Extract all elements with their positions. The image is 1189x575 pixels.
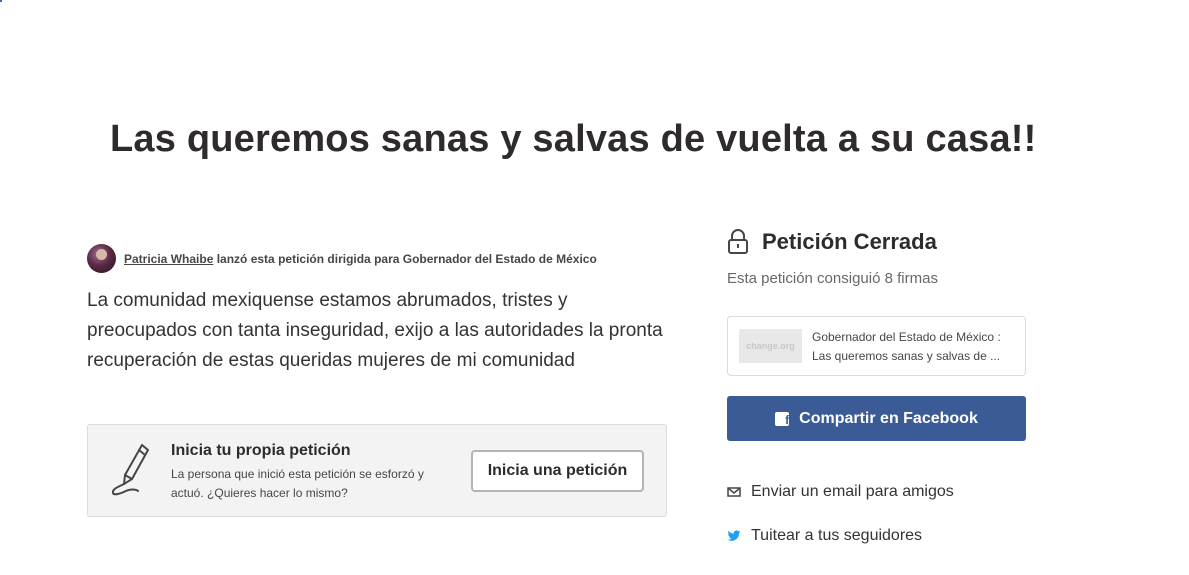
petition-closed-title: Petición Cerrada xyxy=(762,229,937,254)
start-petition-title: Inicia tu propia petición xyxy=(171,442,351,459)
author-name-link[interactable]: Patricia Whaibe xyxy=(124,252,213,266)
start-petition-button[interactable]: Inicia una petición xyxy=(471,450,644,492)
pen-signature-icon xyxy=(111,444,149,496)
share-facebook-label: Compartir en Facebook xyxy=(799,409,978,427)
petition-title: Las queremos sanas y salvas de vuelta a … xyxy=(110,118,1037,160)
envelope-icon xyxy=(727,487,741,497)
twitter-bird-icon xyxy=(727,530,741,541)
author-text: Patricia Whaibe lanzó esta petición diri… xyxy=(124,252,597,266)
corner-dot xyxy=(0,0,2,2)
card-text: Gobernador del Estado de México : Las qu… xyxy=(812,328,1017,366)
start-petition-description: La persona que inició esta petición se e… xyxy=(171,467,424,500)
card-line-2: Las queremos sanas y salvas de ... xyxy=(812,349,1001,363)
author-avatar[interactable] xyxy=(87,244,116,273)
change-org-thumbnail: change.org xyxy=(739,329,802,363)
share-email-link[interactable]: Enviar un email para amigos xyxy=(727,483,954,501)
petition-description: La comunidad mexiquense estamos abrumado… xyxy=(87,290,663,371)
lock-icon xyxy=(728,229,748,254)
author-line: Patricia Whaibe lanzó esta petición diri… xyxy=(87,244,597,273)
share-twitter-link[interactable]: Tuitear a tus seguidores xyxy=(727,527,922,545)
card-line-1: Gobernador del Estado de México : xyxy=(812,330,1001,344)
share-email-label: Enviar un email para amigos xyxy=(751,483,954,500)
share-twitter-label: Tuitear a tus seguidores xyxy=(751,527,923,544)
start-petition-box: Inicia tu propia petición La persona que… xyxy=(87,424,667,517)
petition-preview-card[interactable]: change.org Gobernador del Estado de Méxi… xyxy=(727,316,1026,376)
share-facebook-button[interactable]: f Compartir en Facebook xyxy=(727,396,1026,441)
signature-count: Esta petición consiguió 8 firmas xyxy=(727,270,938,287)
author-suffix: lanzó esta petición dirigida para Gobern… xyxy=(213,251,597,266)
facebook-icon: f xyxy=(775,411,790,426)
